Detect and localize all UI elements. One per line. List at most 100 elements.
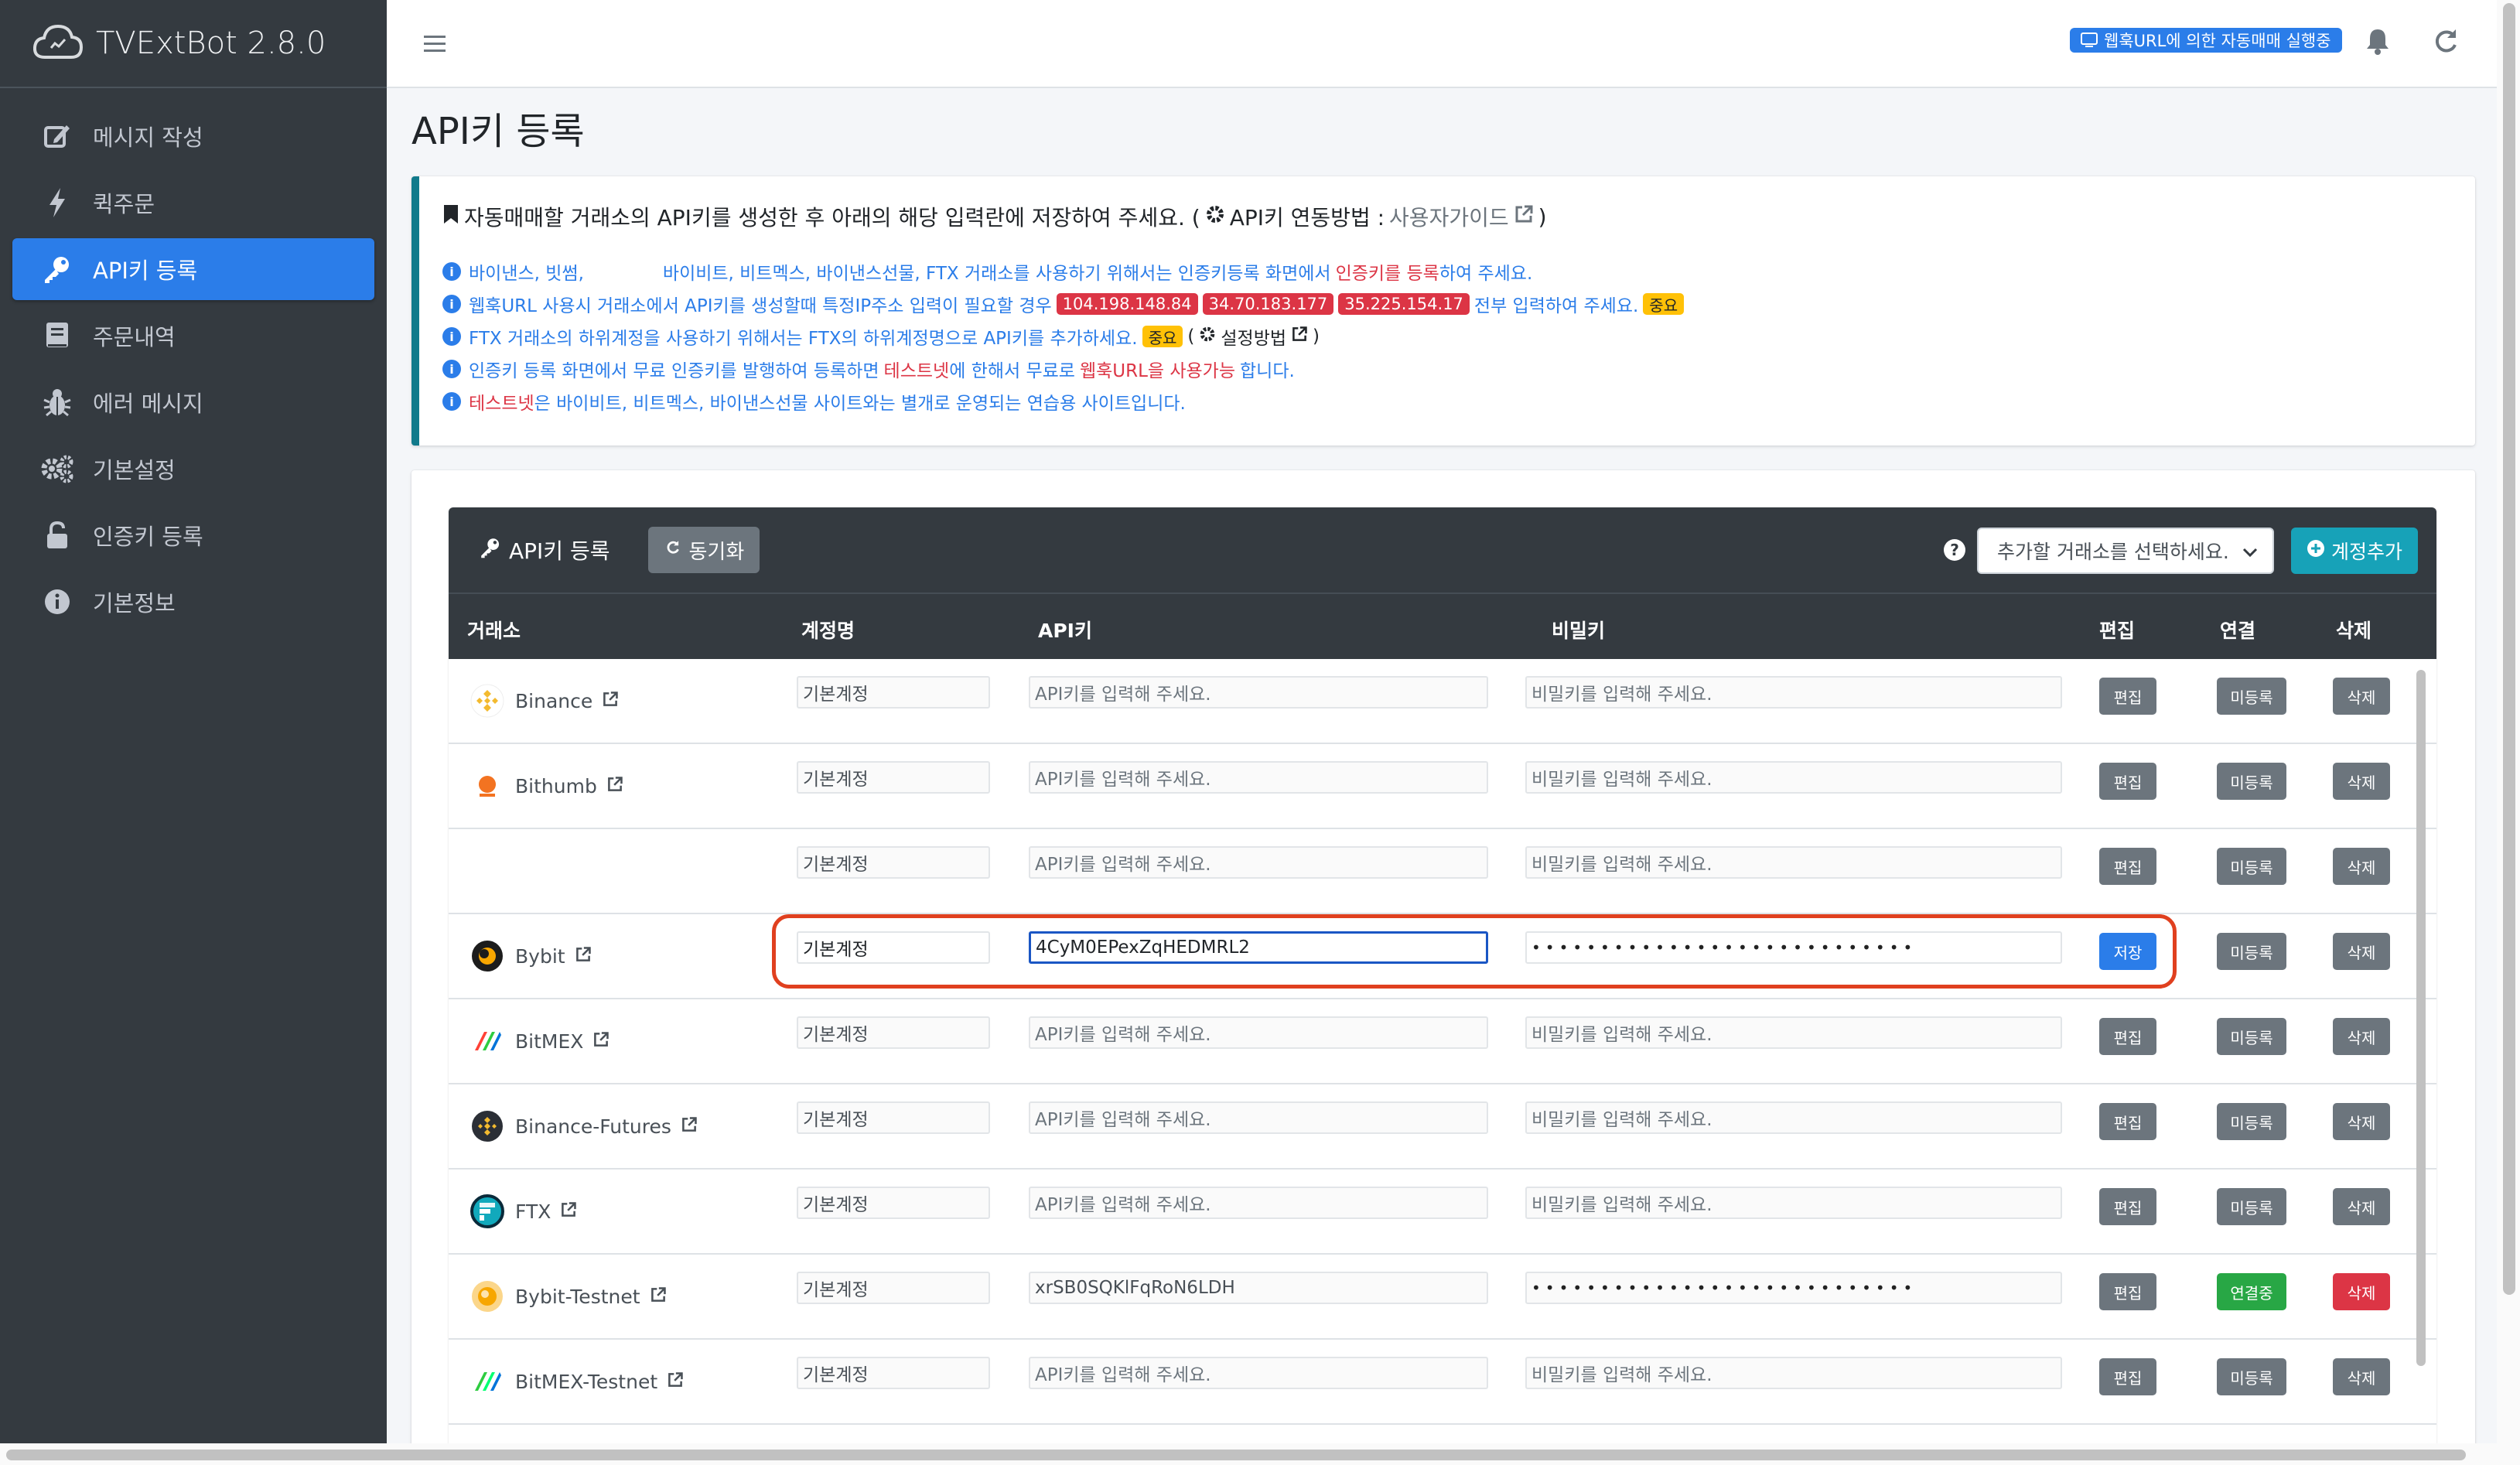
edit-button[interactable]: 편집 [2099,678,2156,715]
edit-button[interactable]: 편집 [2099,1018,2156,1055]
external-link-icon[interactable] [667,1371,684,1393]
account-name-input[interactable]: 기본계정 [797,761,990,794]
sidebar-item-message[interactable]: 메시지 작성 [12,105,374,167]
api-key-input[interactable]: API키를 입력해 주세요. [1029,1101,1488,1134]
sidebar-item-label: 주문내역 [93,324,176,350]
edit-button[interactable]: 편집 [2099,848,2156,885]
sidebar-item-errors[interactable]: 에러 메시지 [12,371,374,433]
page-horizontal-scrollbar-thumb[interactable] [6,1450,2466,1460]
connection-status-button[interactable]: 미등록 [2217,848,2286,885]
unlock-icon [40,518,74,552]
account-name-input[interactable]: 기본계정 [797,1272,990,1304]
secret-key-input[interactable]: 비밀키를 입력해 주세요. [1525,846,2062,879]
connection-status-button[interactable]: 미등록 [2217,1358,2286,1395]
api-key-input[interactable]: API키를 입력해 주세요. [1029,676,1488,709]
sync-button[interactable]: 동기화 [648,527,760,573]
hamburger-menu-icon[interactable] [422,28,453,59]
question-circle-icon[interactable]: ? [1943,538,1966,565]
user-guide-link[interactable]: 사용자가이드 [1389,201,1509,232]
add-account-button[interactable]: 계정추가 [2291,528,2418,574]
highlight-annotation [772,914,2177,989]
sidebar-item-label: 퀵주문 [93,191,155,217]
connection-status-button[interactable]: 미등록 [2217,1103,2286,1140]
th-secret: 비밀키 [1552,620,1606,642]
external-link-icon[interactable] [575,945,592,968]
binance-futures-logo-icon [469,1108,506,1145]
exchange-select[interactable]: 추가할 거래소를 선택하세요. [1977,528,2274,574]
sidebar-item-quick-order[interactable]: 퀵주문 [12,172,374,234]
ip-badge: 35.225.154.17 [1338,293,1470,315]
secret-key-input[interactable]: 비밀키를 입력해 주세요. [1525,761,2062,794]
info-line-3: i FTX 거래소의 하위계정을 사용하기 위해서는 FTX의 하위계정명으로 … [442,320,2452,353]
external-link-icon[interactable] [1514,204,1534,230]
secret-key-input[interactable]: 비밀키를 입력해 주세요. [1525,676,2062,709]
info-circle-icon: i [442,327,461,346]
sidebar-item-orders[interactable]: 주문내역 [12,305,374,367]
secret-key-input[interactable]: 비밀키를 입력해 주세요. [1525,1101,2062,1134]
sidebar-item-info[interactable]: 기본정보 [12,571,374,633]
connection-status-button[interactable]: 미등록 [2217,678,2286,715]
delete-button[interactable]: 삭제 [2333,1103,2390,1140]
edit-button[interactable]: 편집 [2099,763,2156,800]
info-circle-icon: i [442,392,461,411]
bitmex-testnet-logo-icon [469,1363,506,1400]
connection-status-button[interactable]: 미등록 [2217,763,2286,800]
delete-button[interactable]: 삭제 [2333,1273,2390,1310]
external-link-icon[interactable] [650,1286,667,1308]
account-name-input[interactable]: 기본계정 [797,1101,990,1134]
sidebar-item-api-key[interactable]: API키 등록 [12,238,374,300]
table-scrollbar-thumb[interactable] [2416,670,2426,1366]
api-key-input[interactable]: API키를 입력해 주세요. [1029,1357,1488,1389]
edit-button[interactable]: 편집 [2099,1358,2156,1395]
page-horizontal-scrollbar[interactable] [0,1443,2520,1465]
table-row: BitMEX 기본계정 API키를 입력해 주세요. 비밀키를 입력해 주세요.… [449,999,2436,1084]
delete-button[interactable]: 삭제 [2333,1188,2390,1225]
secret-key-input[interactable]: 비밀키를 입력해 주세요. [1525,1187,2062,1219]
delete-button[interactable]: 삭제 [2333,1018,2390,1055]
delete-button[interactable]: 삭제 [2333,1358,2390,1395]
connection-status-button[interactable]: 미등록 [2217,933,2286,970]
api-key-input[interactable]: API키를 입력해 주세요. [1029,846,1488,879]
secret-key-input[interactable]: •••••••••••••••••••••••••••• [1525,1272,2062,1304]
external-link-icon[interactable] [602,690,619,712]
secret-key-input[interactable]: 비밀키를 입력해 주세요. [1525,1016,2062,1049]
bell-icon[interactable] [2362,25,2393,62]
account-name-input[interactable]: 기본계정 [797,846,990,879]
info-circle-icon: i [442,262,461,281]
page-vertical-scrollbar[interactable] [2497,0,2520,1443]
external-link-icon[interactable] [560,1200,577,1223]
table-scrollbar[interactable] [2413,668,2429,1465]
edit-button[interactable]: 편집 [2099,1103,2156,1140]
external-link-icon[interactable] [681,1115,698,1138]
delete-button[interactable]: 삭제 [2333,848,2390,885]
api-key-input[interactable]: xrSB0SQKlFqRoN6LDH [1029,1272,1488,1304]
cog-icon [1199,326,1216,347]
external-link-icon[interactable] [1291,326,1308,347]
edit-button[interactable]: 편집 [2099,1273,2156,1310]
account-name-input[interactable]: 기본계정 [797,1187,990,1219]
api-key-input[interactable]: API키를 입력해 주세요. [1029,1016,1488,1049]
refresh-icon[interactable] [2430,25,2461,62]
edit-button[interactable]: 편집 [2099,1188,2156,1225]
account-name-input[interactable]: 기본계정 [797,676,990,709]
account-name-input[interactable]: 기본계정 [797,1016,990,1049]
secret-key-input[interactable]: 비밀키를 입력해 주세요. [1525,1357,2062,1389]
bithumb-logo-icon [469,767,506,804]
external-link-icon[interactable] [606,775,623,797]
page-vertical-scrollbar-thumb[interactable] [2503,3,2515,1295]
account-name-input[interactable]: 기본계정 [797,1357,990,1389]
brand[interactable]: TVExtBot 2.8.0 [0,0,387,88]
delete-button[interactable]: 삭제 [2333,763,2390,800]
delete-button[interactable]: 삭제 [2333,933,2390,970]
external-link-icon[interactable] [592,1030,610,1053]
delete-button[interactable]: 삭제 [2333,678,2390,715]
settings-guide-link[interactable]: 설정방법 [1221,323,1286,350]
connection-status-button[interactable]: 미등록 [2217,1018,2286,1055]
api-key-input[interactable]: API키를 입력해 주세요. [1029,761,1488,794]
important-badge: 중요 [1142,326,1183,347]
connection-status-button[interactable]: 미등록 [2217,1188,2286,1225]
api-key-input[interactable]: API키를 입력해 주세요. [1029,1187,1488,1219]
connection-status-button[interactable]: 연결중 [2217,1273,2286,1310]
sidebar-item-settings[interactable]: 기본설정 [12,438,374,500]
sidebar-item-license[interactable]: 인증키 등록 [12,504,374,566]
